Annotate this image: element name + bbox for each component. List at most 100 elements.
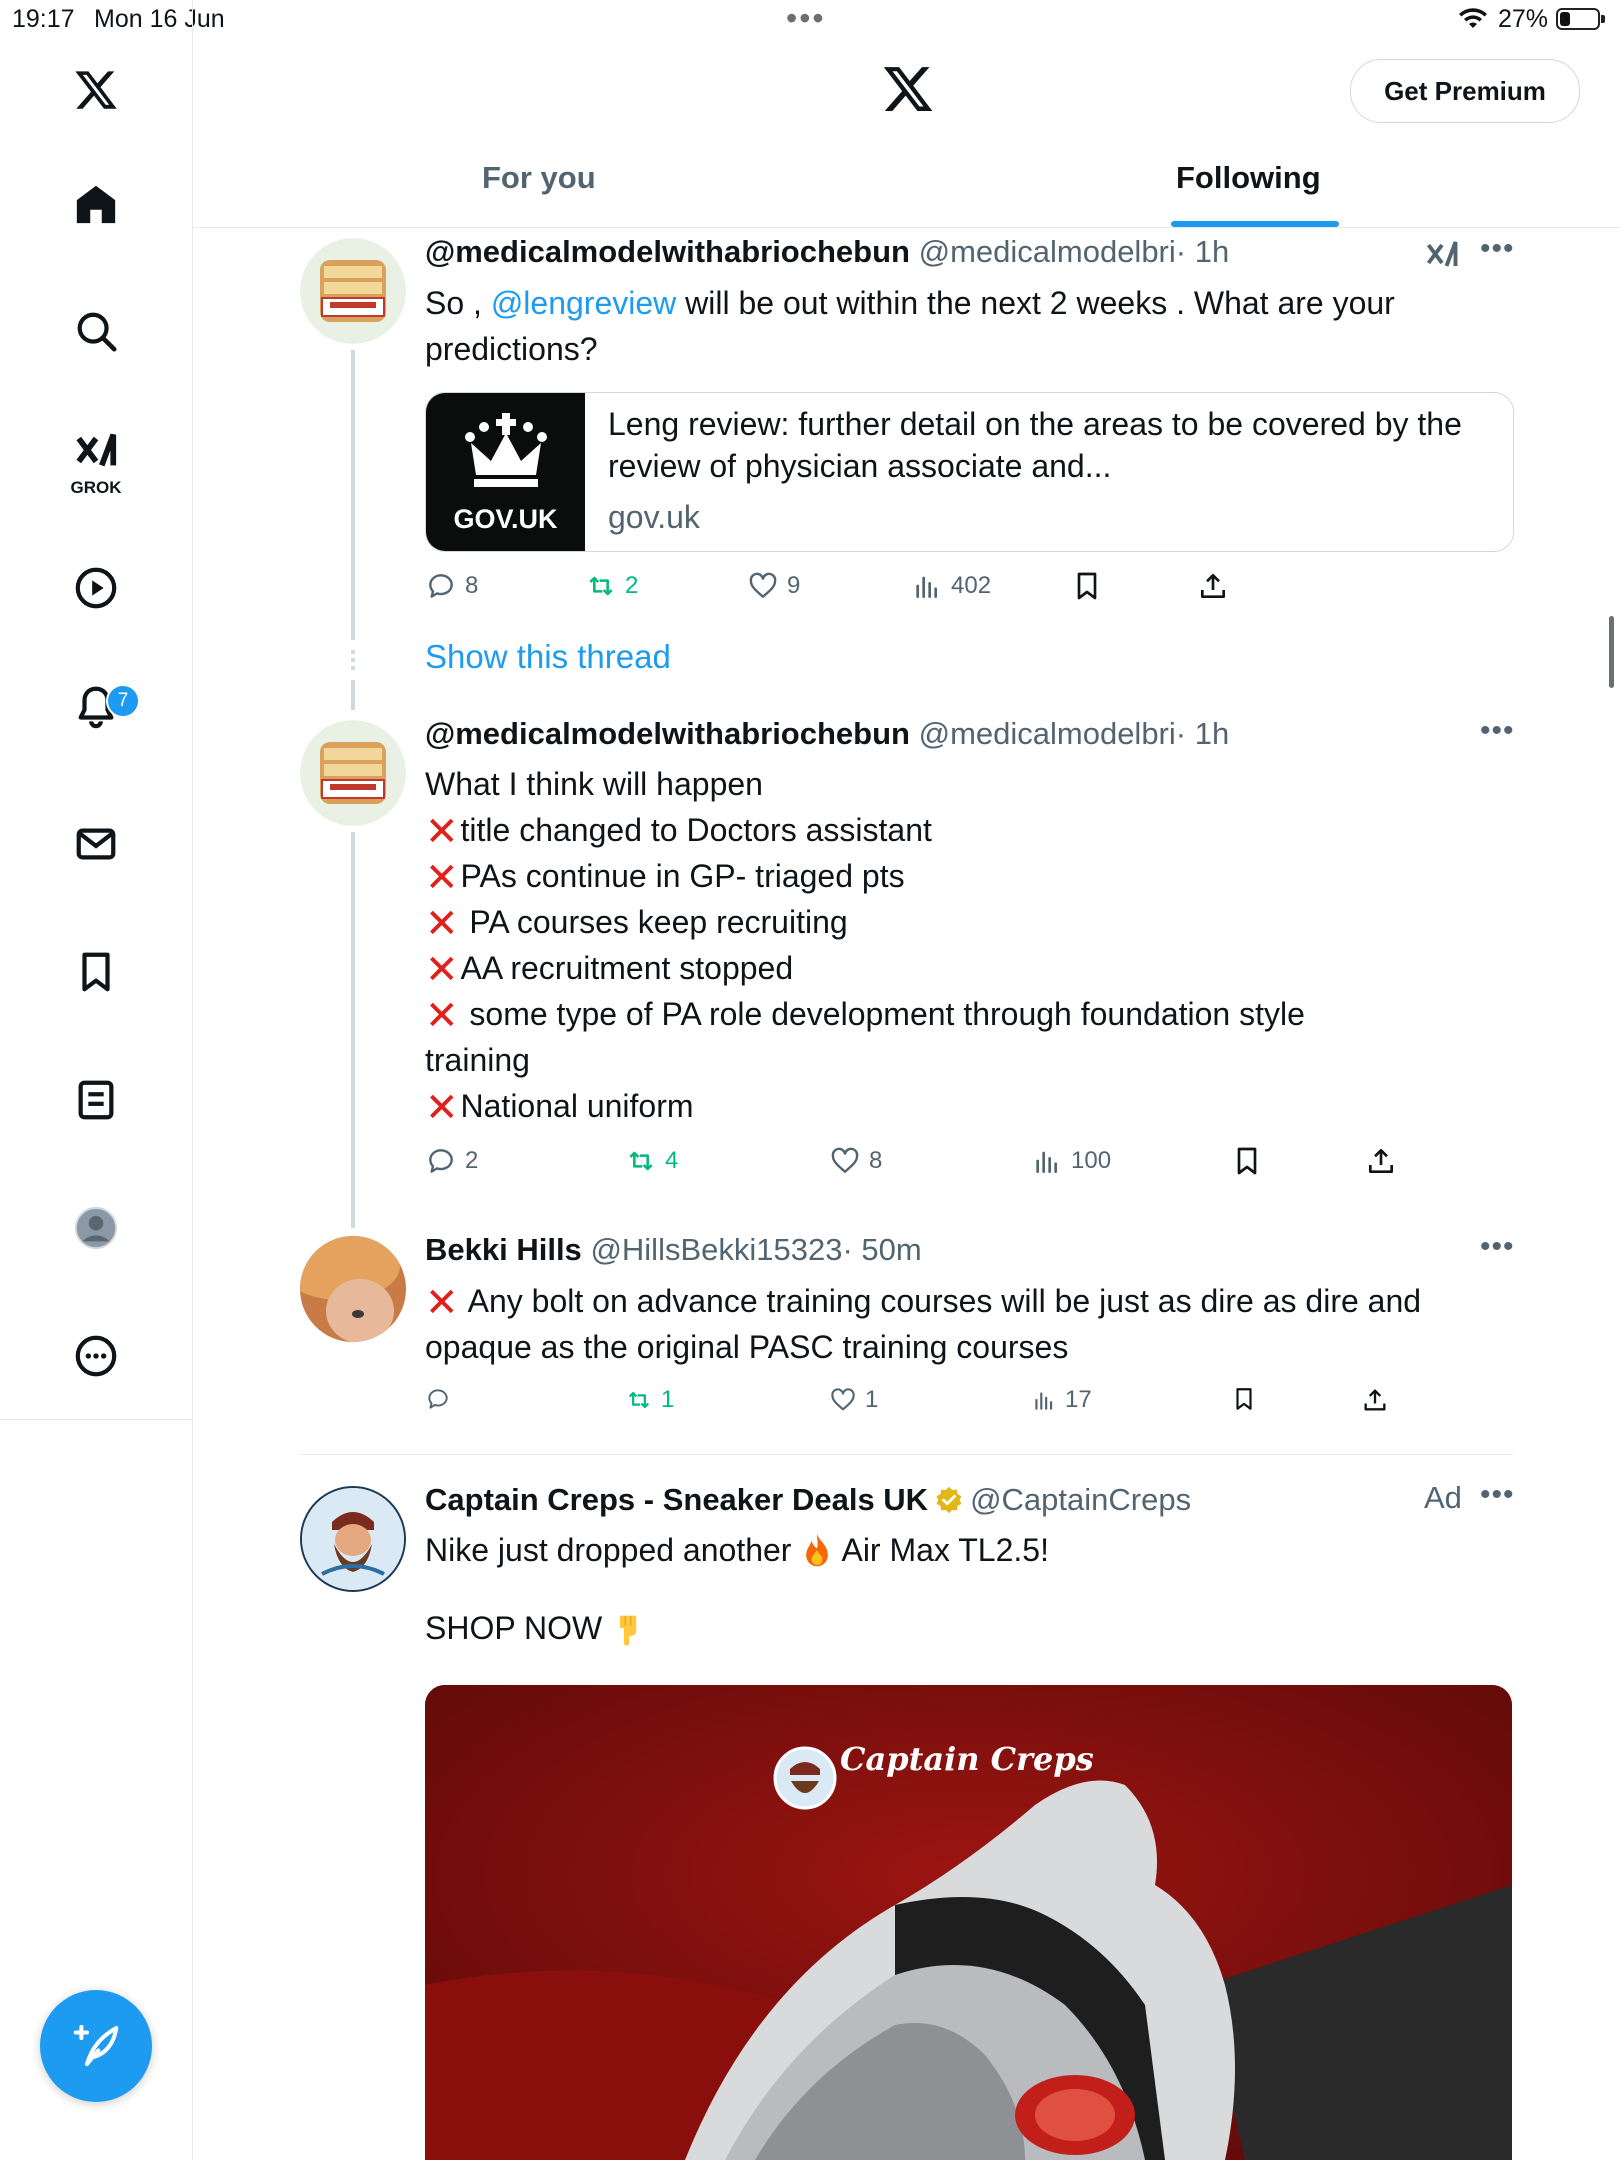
thread-dots xyxy=(351,650,355,672)
avatar[interactable] xyxy=(300,720,406,826)
video-icon[interactable] xyxy=(56,548,136,628)
views-button[interactable]: 17 xyxy=(1031,1386,1092,1414)
cross-mark-icon: ✕ xyxy=(425,856,459,900)
thread-line xyxy=(351,350,355,640)
tweet-header: @medicalmodelwithabriochebun @medicalmod… xyxy=(425,716,1229,752)
reply-button[interactable] xyxy=(425,1386,459,1412)
ad-image[interactable]: Captain Creps xyxy=(425,1685,1512,2160)
author-name[interactable]: Bekki Hills xyxy=(425,1232,582,1267)
views-chart-icon xyxy=(916,576,937,598)
tweet-time[interactable]: · 1h xyxy=(1176,234,1229,269)
repost-button[interactable]: 2 xyxy=(585,570,638,602)
tweet-time[interactable]: · 1h xyxy=(1176,716,1229,751)
share-icon xyxy=(1201,574,1225,598)
tab-for-you[interactable]: For you xyxy=(482,160,596,196)
reply-icon xyxy=(429,1149,453,1173)
tweet-text: What I think will happen ✕title changed … xyxy=(425,766,1305,1130)
reply-button[interactable]: 8 xyxy=(425,570,478,602)
profile-avatar-icon[interactable] xyxy=(56,1188,136,1268)
ad-image-brand: Captain Creps xyxy=(840,1740,1094,1778)
more-options-icon[interactable]: ••• xyxy=(1480,1230,1515,1264)
battery-percent: 27% xyxy=(1498,5,1549,33)
scroll-indicator[interactable] xyxy=(1609,616,1614,688)
grok-label: GROK xyxy=(70,478,122,497)
card-domain: gov.uk xyxy=(608,499,700,535)
share-button[interactable] xyxy=(1365,1145,1397,1177)
share-icon xyxy=(1364,1389,1386,1411)
multitasking-dots-icon[interactable]: ••• xyxy=(786,0,826,37)
get-premium-button[interactable]: Get Premium xyxy=(1350,59,1580,123)
author-name[interactable]: Captain Creps - Sneaker Deals UK xyxy=(425,1482,928,1517)
author-handle[interactable]: @HillsBekki15323 xyxy=(590,1232,842,1267)
messages-envelope-icon[interactable] xyxy=(56,804,136,884)
reply-button[interactable]: 2 xyxy=(425,1145,478,1177)
more-options-icon[interactable]: ••• xyxy=(1480,232,1515,266)
show-thread-link[interactable]: Show this thread xyxy=(425,638,671,676)
views-chart-icon xyxy=(1035,1392,1053,1410)
reply-icon xyxy=(428,1389,448,1409)
tweet-actions: 2 4 8 100 xyxy=(425,1145,1515,1185)
like-button[interactable]: 9 xyxy=(747,570,800,602)
avatar[interactable] xyxy=(300,1236,406,1342)
compose-post-button[interactable] xyxy=(40,1990,152,2102)
govuk-thumb-label: GOV.UK xyxy=(453,504,558,534)
link-card[interactable]: GOV.UK Leng review: further detail on th… xyxy=(425,392,1514,552)
cross-mark-icon: ✕ xyxy=(425,810,459,854)
tweet-header: Bekki Hills @HillsBekki15323· 50m xyxy=(425,1232,922,1268)
mention-link[interactable]: @lengreview xyxy=(491,285,676,321)
bookmark-button[interactable] xyxy=(1071,570,1103,602)
tab-following[interactable]: Following xyxy=(1176,160,1321,196)
wifi-icon xyxy=(1459,8,1487,28)
tweet-header: Captain Creps - Sneaker Deals UK @Captain… xyxy=(425,1482,1191,1518)
pointing-down-emoji-icon xyxy=(619,1615,637,1646)
more-options-icon[interactable]: ••• xyxy=(1480,714,1515,748)
bookmark-button[interactable] xyxy=(1231,1145,1263,1177)
bookmark-icon xyxy=(1237,1147,1257,1175)
crown-icon xyxy=(465,413,547,487)
more-options-icon[interactable]: ••• xyxy=(1480,1478,1515,1512)
search-icon[interactable] xyxy=(56,291,136,371)
bookmark-icon xyxy=(1077,572,1097,600)
tweet-text: ✕ Any bolt on advance training courses w… xyxy=(425,1281,1422,1365)
notifications-badge: 7 xyxy=(106,684,140,718)
repost-icon xyxy=(628,1391,650,1409)
bookmarks-icon[interactable] xyxy=(56,932,136,1012)
author-handle[interactable]: @medicalmodelbri xyxy=(919,716,1176,751)
views-button[interactable]: 402 xyxy=(911,570,991,602)
home-icon[interactable] xyxy=(56,164,136,244)
author-handle[interactable]: @medicalmodelbri xyxy=(919,234,1176,269)
share-icon xyxy=(1369,1149,1393,1173)
ad-label: Ad xyxy=(1424,1480,1462,1515)
tweet-time[interactable]: · 50m xyxy=(842,1232,921,1267)
like-button[interactable]: 8 xyxy=(829,1145,882,1177)
tweet-actions: 1 1 17 xyxy=(425,1386,1515,1426)
bookmark-button[interactable] xyxy=(1231,1386,1257,1412)
author-name[interactable]: @medicalmodelwithabriochebun xyxy=(425,716,910,751)
views-chart-icon xyxy=(1036,1151,1057,1173)
thread-line xyxy=(351,680,355,710)
x-logo-icon[interactable] xyxy=(56,50,136,130)
card-title: Leng review: further detail on the areas… xyxy=(608,406,1462,484)
reply-icon xyxy=(429,574,453,598)
share-button[interactable] xyxy=(1361,1386,1389,1414)
grok-explain-icon[interactable] xyxy=(1424,236,1460,272)
views-button[interactable]: 100 xyxy=(1031,1145,1111,1177)
share-button[interactable] xyxy=(1197,570,1229,602)
lists-icon[interactable] xyxy=(56,1060,136,1140)
avatar[interactable] xyxy=(300,238,406,344)
more-options-icon[interactable] xyxy=(56,1316,136,1396)
author-name[interactable]: @medicalmodelwithabriochebun xyxy=(425,234,910,269)
heart-icon xyxy=(749,572,777,598)
header-x-logo-icon[interactable] xyxy=(880,62,936,116)
battery-icon xyxy=(1556,8,1605,30)
repost-button[interactable]: 1 xyxy=(625,1386,674,1414)
feed-divider xyxy=(300,1454,1513,1455)
like-button[interactable]: 1 xyxy=(829,1386,878,1414)
fire-emoji-icon xyxy=(806,1533,829,1567)
author-handle[interactable]: @CaptainCreps xyxy=(970,1482,1191,1517)
repost-button[interactable]: 4 xyxy=(625,1145,678,1177)
heart-icon xyxy=(831,1388,855,1411)
repost-icon xyxy=(589,576,613,596)
avatar[interactable] xyxy=(300,1486,406,1592)
thread-line xyxy=(351,832,355,1228)
